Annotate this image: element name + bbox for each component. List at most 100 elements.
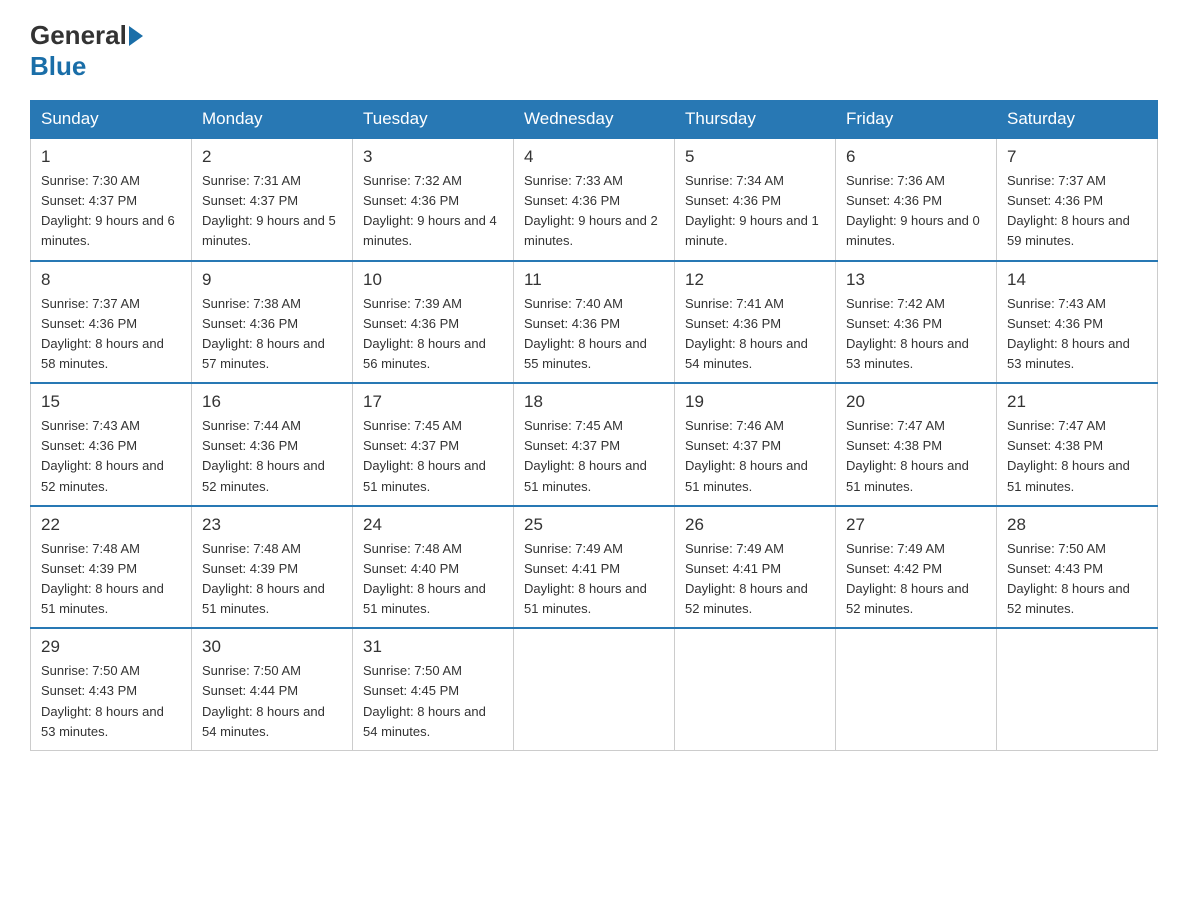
day-number: 18 bbox=[524, 392, 664, 412]
weekday-header-monday: Monday bbox=[192, 101, 353, 139]
calendar-cell: 14Sunrise: 7:43 AMSunset: 4:36 PMDayligh… bbox=[997, 261, 1158, 384]
day-info: Sunrise: 7:33 AMSunset: 4:36 PMDaylight:… bbox=[524, 171, 664, 252]
day-info: Sunrise: 7:38 AMSunset: 4:36 PMDaylight:… bbox=[202, 294, 342, 375]
calendar-cell: 8Sunrise: 7:37 AMSunset: 4:36 PMDaylight… bbox=[31, 261, 192, 384]
calendar-cell: 22 Sunrise: 7:48 AMSunset: 4:39 PMDayligh… bbox=[31, 506, 192, 629]
day-number: 16 bbox=[202, 392, 342, 412]
calendar-cell: 23 Sunrise: 7:48 AMSunset: 4:39 PMDayligh… bbox=[192, 506, 353, 629]
day-number: 15 bbox=[41, 392, 181, 412]
calendar-cell: 31Sunrise: 7:50 AMSunset: 4:45 PMDayligh… bbox=[353, 628, 514, 750]
day-info: Sunrise: 7:50 AMSunset: 4:44 PMDaylight:… bbox=[202, 661, 342, 742]
day-number: 13 bbox=[846, 270, 986, 290]
weekday-header-friday: Friday bbox=[836, 101, 997, 139]
day-info: Sunrise: 7:43 AMSunset: 4:36 PMDaylight:… bbox=[41, 416, 181, 497]
calendar-week-row: 29 Sunrise: 7:50 AMSunset: 4:43 PMDayligh… bbox=[31, 628, 1158, 750]
day-number: 17 bbox=[363, 392, 503, 412]
calendar-week-row: 22 Sunrise: 7:48 AMSunset: 4:39 PMDayligh… bbox=[31, 506, 1158, 629]
day-number: 28 bbox=[1007, 515, 1147, 535]
day-number: 4 bbox=[524, 147, 664, 167]
day-info: Sunrise: 7:39 AMSunset: 4:36 PMDaylight:… bbox=[363, 294, 503, 375]
day-number: 21 bbox=[1007, 392, 1147, 412]
day-number: 2 bbox=[202, 147, 342, 167]
day-info: Sunrise: 7:47 AMSunset: 4:38 PMDaylight:… bbox=[846, 416, 986, 497]
calendar-cell: 25 Sunrise: 7:49 AMSunset: 4:41 PMDayligh… bbox=[514, 506, 675, 629]
calendar-cell: 24Sunrise: 7:48 AMSunset: 4:40 PMDayligh… bbox=[353, 506, 514, 629]
day-number: 25 bbox=[524, 515, 664, 535]
calendar-cell: 10 Sunrise: 7:39 AMSunset: 4:36 PMDayligh… bbox=[353, 261, 514, 384]
day-number: 7 bbox=[1007, 147, 1147, 167]
calendar-cell: 13 Sunrise: 7:42 AMSunset: 4:36 PMDayligh… bbox=[836, 261, 997, 384]
calendar-week-row: 1 Sunrise: 7:30 AMSunset: 4:37 PMDaylight… bbox=[31, 138, 1158, 261]
day-info: Sunrise: 7:47 AMSunset: 4:38 PMDaylight:… bbox=[1007, 416, 1147, 497]
day-number: 23 bbox=[202, 515, 342, 535]
weekday-header-thursday: Thursday bbox=[675, 101, 836, 139]
calendar-cell: 5 Sunrise: 7:34 AMSunset: 4:36 PMDaylight… bbox=[675, 138, 836, 261]
weekday-header-saturday: Saturday bbox=[997, 101, 1158, 139]
day-info: Sunrise: 7:44 AMSunset: 4:36 PMDaylight:… bbox=[202, 416, 342, 497]
day-number: 9 bbox=[202, 270, 342, 290]
day-info: Sunrise: 7:37 AMSunset: 4:36 PMDaylight:… bbox=[1007, 171, 1147, 252]
day-info: Sunrise: 7:45 AMSunset: 4:37 PMDaylight:… bbox=[363, 416, 503, 497]
weekday-header-tuesday: Tuesday bbox=[353, 101, 514, 139]
day-info: Sunrise: 7:50 AMSunset: 4:43 PMDaylight:… bbox=[1007, 539, 1147, 620]
calendar-cell: 26 Sunrise: 7:49 AMSunset: 4:41 PMDayligh… bbox=[675, 506, 836, 629]
day-number: 24 bbox=[363, 515, 503, 535]
day-info: Sunrise: 7:36 AMSunset: 4:36 PMDaylight:… bbox=[846, 171, 986, 252]
calendar-cell: 27 Sunrise: 7:49 AMSunset: 4:42 PMDayligh… bbox=[836, 506, 997, 629]
day-number: 3 bbox=[363, 147, 503, 167]
day-number: 5 bbox=[685, 147, 825, 167]
day-number: 30 bbox=[202, 637, 342, 657]
weekday-header-sunday: Sunday bbox=[31, 101, 192, 139]
day-number: 14 bbox=[1007, 270, 1147, 290]
day-info: Sunrise: 7:40 AMSunset: 4:36 PMDaylight:… bbox=[524, 294, 664, 375]
logo-triangle-icon bbox=[129, 26, 143, 46]
day-number: 29 bbox=[41, 637, 181, 657]
day-info: Sunrise: 7:37 AMSunset: 4:36 PMDaylight:… bbox=[41, 294, 181, 375]
day-info: Sunrise: 7:30 AMSunset: 4:37 PMDaylight:… bbox=[41, 171, 181, 252]
day-number: 22 bbox=[41, 515, 181, 535]
calendar-cell: 12 Sunrise: 7:41 AMSunset: 4:36 PMDayligh… bbox=[675, 261, 836, 384]
calendar-cell: 4 Sunrise: 7:33 AMSunset: 4:36 PMDaylight… bbox=[514, 138, 675, 261]
day-number: 10 bbox=[363, 270, 503, 290]
day-info: Sunrise: 7:49 AMSunset: 4:42 PMDaylight:… bbox=[846, 539, 986, 620]
calendar-cell: 19 Sunrise: 7:46 AMSunset: 4:37 PMDayligh… bbox=[675, 383, 836, 506]
day-number: 27 bbox=[846, 515, 986, 535]
calendar-cell: 18Sunrise: 7:45 AMSunset: 4:37 PMDayligh… bbox=[514, 383, 675, 506]
calendar-cell: 15 Sunrise: 7:43 AMSunset: 4:36 PMDayligh… bbox=[31, 383, 192, 506]
day-info: Sunrise: 7:50 AMSunset: 4:45 PMDaylight:… bbox=[363, 661, 503, 742]
calendar-cell: 21 Sunrise: 7:47 AMSunset: 4:38 PMDayligh… bbox=[997, 383, 1158, 506]
day-info: Sunrise: 7:41 AMSunset: 4:36 PMDaylight:… bbox=[685, 294, 825, 375]
day-info: Sunrise: 7:32 AMSunset: 4:36 PMDaylight:… bbox=[363, 171, 503, 252]
day-info: Sunrise: 7:49 AMSunset: 4:41 PMDaylight:… bbox=[524, 539, 664, 620]
calendar-cell: 11 Sunrise: 7:40 AMSunset: 4:36 PMDayligh… bbox=[514, 261, 675, 384]
calendar-cell: 1 Sunrise: 7:30 AMSunset: 4:37 PMDaylight… bbox=[31, 138, 192, 261]
day-info: Sunrise: 7:48 AMSunset: 4:39 PMDaylight:… bbox=[202, 539, 342, 620]
day-number: 1 bbox=[41, 147, 181, 167]
calendar-cell: 30 Sunrise: 7:50 AMSunset: 4:44 PMDayligh… bbox=[192, 628, 353, 750]
logo-blue-text: Blue bbox=[30, 51, 86, 81]
day-info: Sunrise: 7:42 AMSunset: 4:36 PMDaylight:… bbox=[846, 294, 986, 375]
day-number: 11 bbox=[524, 270, 664, 290]
calendar-cell: 28 Sunrise: 7:50 AMSunset: 4:43 PMDayligh… bbox=[997, 506, 1158, 629]
day-number: 26 bbox=[685, 515, 825, 535]
day-info: Sunrise: 7:46 AMSunset: 4:37 PMDaylight:… bbox=[685, 416, 825, 497]
day-info: Sunrise: 7:50 AMSunset: 4:43 PMDaylight:… bbox=[41, 661, 181, 742]
calendar-cell: 16 Sunrise: 7:44 AMSunset: 4:36 PMDayligh… bbox=[192, 383, 353, 506]
calendar-cell: 17 Sunrise: 7:45 AMSunset: 4:37 PMDayligh… bbox=[353, 383, 514, 506]
calendar-cell: 3 Sunrise: 7:32 AMSunset: 4:36 PMDaylight… bbox=[353, 138, 514, 261]
day-number: 20 bbox=[846, 392, 986, 412]
calendar-cell: 29 Sunrise: 7:50 AMSunset: 4:43 PMDayligh… bbox=[31, 628, 192, 750]
weekday-header-row: SundayMondayTuesdayWednesdayThursdayFrid… bbox=[31, 101, 1158, 139]
calendar-cell bbox=[675, 628, 836, 750]
day-number: 19 bbox=[685, 392, 825, 412]
calendar-cell: 7 Sunrise: 7:37 AMSunset: 4:36 PMDaylight… bbox=[997, 138, 1158, 261]
day-number: 12 bbox=[685, 270, 825, 290]
day-info: Sunrise: 7:48 AMSunset: 4:39 PMDaylight:… bbox=[41, 539, 181, 620]
day-info: Sunrise: 7:31 AMSunset: 4:37 PMDaylight:… bbox=[202, 171, 342, 252]
day-info: Sunrise: 7:49 AMSunset: 4:41 PMDaylight:… bbox=[685, 539, 825, 620]
day-info: Sunrise: 7:34 AMSunset: 4:36 PMDaylight:… bbox=[685, 171, 825, 252]
calendar-week-row: 15 Sunrise: 7:43 AMSunset: 4:36 PMDayligh… bbox=[31, 383, 1158, 506]
logo: General Blue bbox=[30, 20, 145, 82]
day-number: 6 bbox=[846, 147, 986, 167]
calendar-cell: 6 Sunrise: 7:36 AMSunset: 4:36 PMDaylight… bbox=[836, 138, 997, 261]
